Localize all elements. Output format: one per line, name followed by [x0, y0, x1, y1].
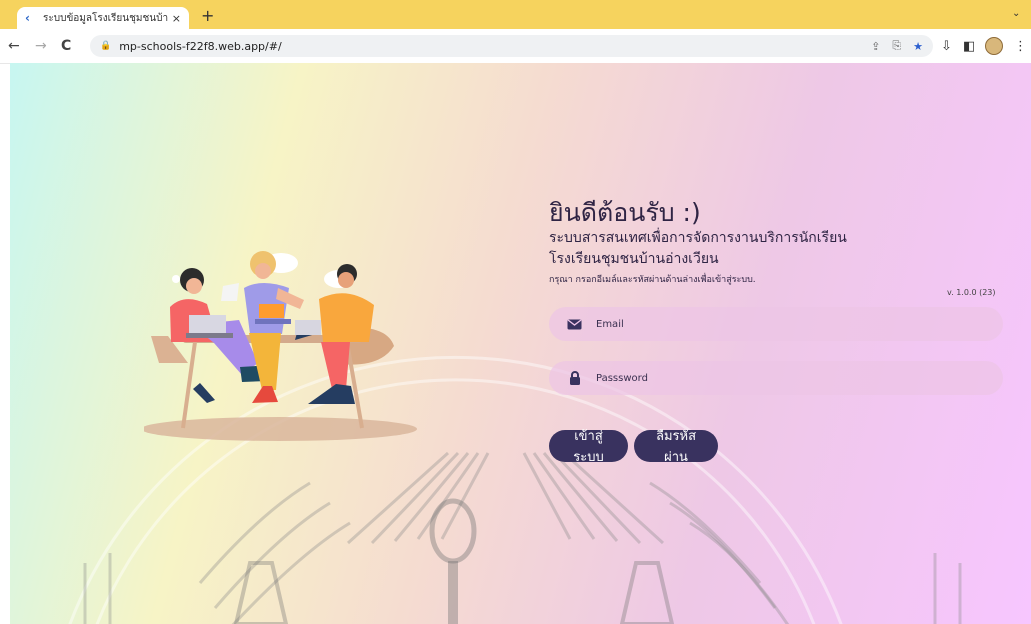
password-field[interactable]	[549, 361, 1003, 395]
login-page: ยินดีต้อนรับ :) ระบบสารสนเทศเพื่อการจัดก…	[10, 63, 1031, 624]
app-version: v. 1.0.0 (23)	[947, 288, 996, 297]
password-input[interactable]	[594, 371, 898, 385]
login-instruction: กรุณา กรอกอีเมล์และรหัสผ่านด้านล่างเพื่อ…	[549, 275, 756, 285]
browser-tab-bar: ‹ ระบบข้อมูลโรงเรียนชุมชนบ้านอ่างเวียน ×…	[0, 0, 1031, 29]
reload-icon[interactable]: C	[61, 38, 71, 54]
email-input[interactable]	[594, 317, 898, 331]
url-text[interactable]: mp-schools-f22f8.web.app/#/	[119, 40, 859, 53]
side-panel-icon[interactable]: ◧	[963, 39, 975, 54]
envelope-icon	[567, 318, 582, 330]
lock-icon: 🔒	[100, 41, 112, 51]
site-favicon-icon: ‹	[25, 11, 30, 25]
profile-avatar[interactable]	[985, 37, 1003, 55]
login-button[interactable]: เข้าสู่ระบบ	[549, 428, 628, 464]
browser-tab[interactable]: ‹ ระบบข้อมูลโรงเรียนชุมชนบ้านอ่างเวียน ×	[17, 7, 189, 29]
translate-icon[interactable]: ⇪	[871, 40, 880, 53]
browser-menu-icon[interactable]: ⋮	[1014, 39, 1027, 54]
close-tab-icon[interactable]: ×	[172, 12, 181, 25]
system-name: ระบบสารสนเทศเพื่อการจัดการงานบริการนักเร…	[549, 230, 847, 246]
download-icon[interactable]: ⇩	[941, 39, 952, 54]
study-group-illustration	[144, 251, 417, 441]
forgot-password-button[interactable]: ลืมรหัสผ่าน	[634, 428, 718, 464]
lock-icon	[567, 371, 582, 385]
school-name: โรงเรียนชุมชนบ้านอ่างเวียน	[549, 251, 719, 267]
new-tab-button[interactable]: +	[201, 7, 214, 25]
address-bar[interactable]: 🔒 mp-schools-f22f8.web.app/#/ ⇪ ⎘ ★	[90, 35, 933, 57]
tab-title: ระบบข้อมูลโรงเรียนชุมชนบ้านอ่างเวียน	[43, 12, 168, 24]
browser-toolbar: ← → C 🔒 mp-schools-f22f8.web.app/#/ ⇪ ⎘ …	[0, 29, 1031, 64]
back-icon[interactable]: ←	[8, 38, 20, 54]
tab-search-menu-icon[interactable]: ⌄	[1012, 8, 1020, 19]
bookmark-star-icon[interactable]: ★	[913, 40, 923, 53]
share-icon[interactable]: ⎘	[892, 39, 901, 53]
forward-icon[interactable]: →	[35, 38, 47, 54]
email-field[interactable]	[549, 307, 1003, 341]
